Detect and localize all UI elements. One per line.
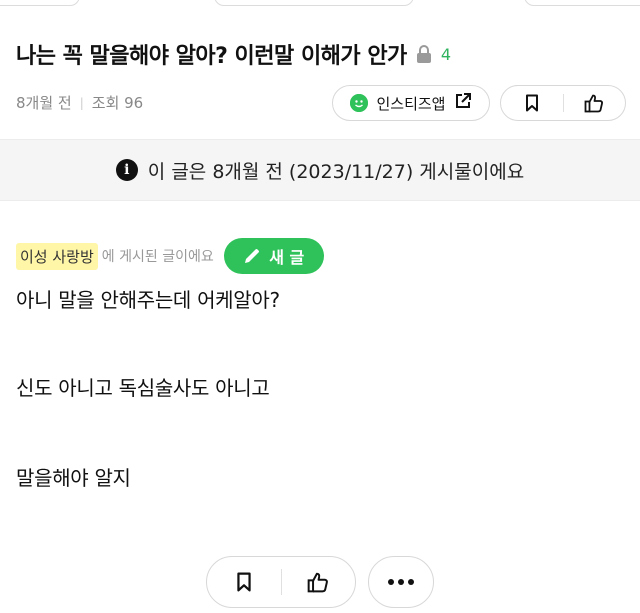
new-post-button[interactable]: 새 글 [223,238,324,274]
like-button[interactable] [282,557,356,607]
post-actions-top [500,85,626,121]
post-body-line: 신도 아니고 독심술사도 아니고 [16,376,270,400]
top-tab-stub[interactable] [0,0,80,6]
share-app-button[interactable]: 인스티즈앱 [332,85,490,121]
board-name-link[interactable]: 이성 사랑방 [16,242,98,270]
lock-icon [415,44,433,64]
post-body-line: 말을해야 알지 [16,466,131,490]
info-icon: i [115,159,138,181]
more-options-button[interactable] [368,556,434,608]
like-button[interactable] [564,86,626,120]
post-title: 나는 꼭 말을해야 알아? 이런말 이해가 안가 [16,44,407,69]
top-tab-strip [0,0,640,12]
board-info-row: 이성 사랑방 에 게시된 글이에요 새 글 [16,238,324,274]
thumbs-up-icon [584,94,604,113]
notice-text: 이 글은 8개월 전 (2023/11/27) 게시물이에요 [147,160,525,183]
top-tab-stub[interactable] [214,0,414,6]
bookmark-icon [525,94,538,112]
bookmark-button[interactable] [501,86,563,120]
more-icon [386,579,416,585]
view-count: 조회 96 [91,94,144,112]
bookmark-button[interactable] [207,557,281,607]
share-app-label: 인스티즈앱 [376,94,446,113]
post-title-row: 나는 꼭 말을해야 알아? 이런말 이해가 안가 4 [16,38,626,70]
bookmark-icon [237,572,251,592]
post-age: 8개월 전 [16,94,72,112]
leaf-icon [350,94,369,112]
post-actions-bottom [206,556,356,608]
comment-count[interactable]: 4 [441,45,451,64]
top-tab-stub[interactable] [524,0,640,6]
post-body-line: 아니 말을 안해주는데 어케알아? [16,288,280,312]
new-post-label: 새 글 [269,248,305,267]
meta-divider: | [79,95,84,110]
post-meta: 8개월 전 | 조회 96 [16,92,143,113]
pencil-icon [245,249,260,263]
board-suffix-text: 에 게시된 글이에요 [101,249,214,265]
thumbs-up-icon [307,572,329,593]
external-link-icon [454,92,472,114]
old-post-notice: i 이 글은 8개월 전 (2023/11/27) 게시물이에요 [0,139,640,201]
